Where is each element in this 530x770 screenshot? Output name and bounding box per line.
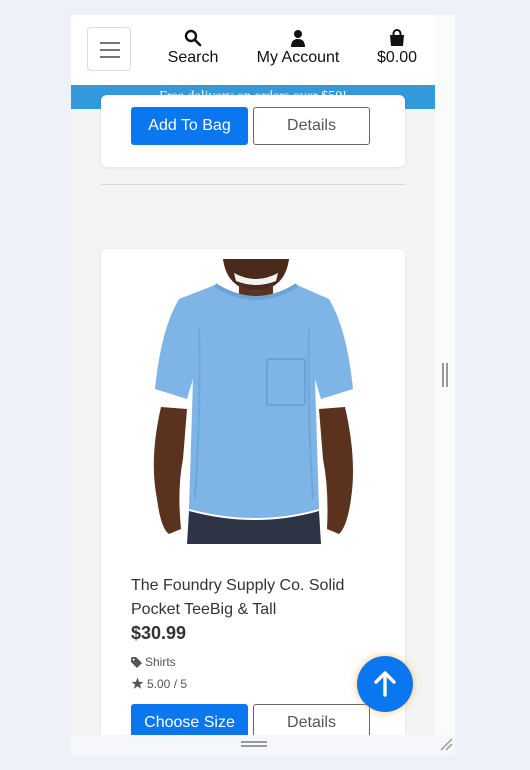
site-header: Search My Account $0.00 bbox=[71, 15, 435, 85]
user-icon bbox=[291, 30, 305, 47]
hamburger-line bbox=[100, 49, 120, 51]
cart-link[interactable]: $0.00 bbox=[371, 29, 423, 67]
previous-product-card: Add To Bag Details bbox=[101, 95, 405, 167]
details-button[interactable]: Details bbox=[253, 107, 370, 145]
resize-grip-icon[interactable] bbox=[439, 737, 453, 751]
resize-bar bbox=[71, 735, 455, 755]
product-category: Shirts bbox=[131, 655, 176, 669]
product-price: $30.99 bbox=[131, 623, 187, 643]
divider bbox=[101, 184, 405, 185]
hamburger-icon bbox=[100, 42, 120, 44]
details-button[interactable]: Details bbox=[253, 704, 370, 735]
horizontal-resize-handle[interactable] bbox=[241, 740, 267, 748]
hamburger-line bbox=[100, 56, 120, 58]
product-title[interactable]: The Foundry Supply Co. Solid Pocket TeeB… bbox=[131, 574, 381, 622]
vertical-resize-handle[interactable] bbox=[442, 363, 448, 387]
star-icon bbox=[131, 677, 144, 689]
add-to-bag-button[interactable]: Add To Bag bbox=[131, 107, 248, 145]
shopping-bag-icon bbox=[390, 29, 404, 46]
arrow-up-icon bbox=[374, 671, 396, 697]
search-link[interactable]: Search bbox=[163, 29, 223, 67]
cart-total: $0.00 bbox=[376, 49, 418, 66]
account-link[interactable]: My Account bbox=[251, 29, 345, 67]
choose-size-button[interactable]: Choose Size bbox=[131, 704, 248, 735]
menu-button[interactable] bbox=[87, 27, 131, 71]
rating-value: 5.00 / 5 bbox=[147, 677, 188, 691]
search-label: Search bbox=[167, 49, 219, 66]
category-label: Shirts bbox=[145, 655, 176, 669]
scroll-to-top-button[interactable] bbox=[357, 656, 413, 712]
mobile-viewport: Search My Account $0.00 Free delivery on… bbox=[71, 15, 435, 735]
search-icon bbox=[184, 29, 202, 47]
tag-icon bbox=[131, 657, 142, 668]
product-image[interactable] bbox=[139, 259, 367, 544]
account-label: My Account bbox=[256, 49, 340, 66]
product-rating: 5.00 / 5 bbox=[131, 677, 187, 691]
